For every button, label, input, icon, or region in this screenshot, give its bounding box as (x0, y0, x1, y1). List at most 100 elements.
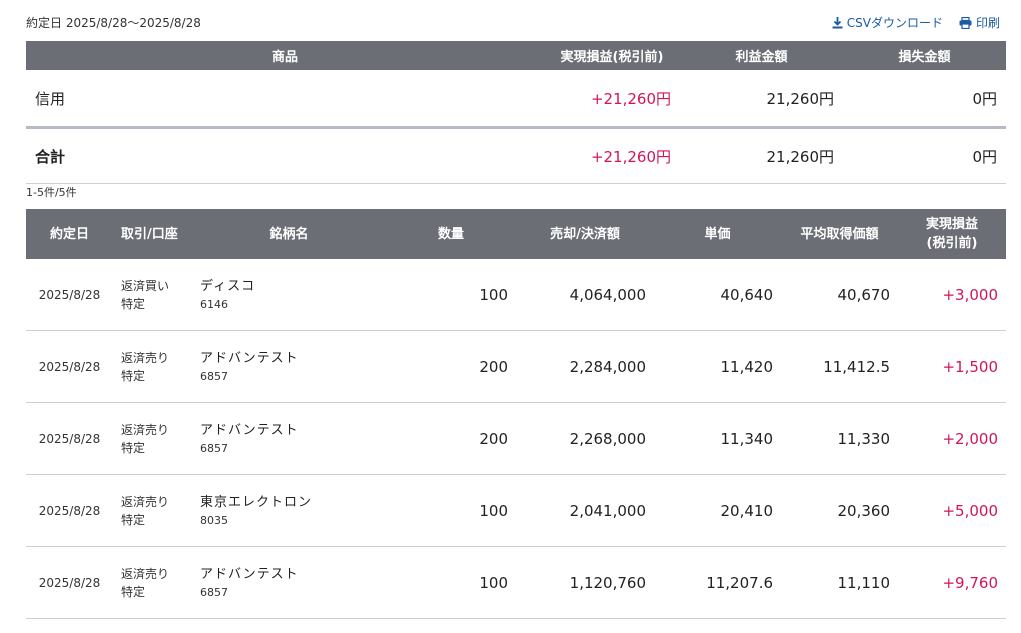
row-trade-type: 返済売り (121, 494, 170, 509)
row-security-name: 東京エレクトロン (200, 494, 313, 510)
csv-download-link[interactable]: CSVダウンロード (832, 14, 943, 31)
row-name-cell: ディスコ 6146 (192, 259, 386, 331)
printer-icon (959, 16, 972, 29)
row-pnl: +2,000 (898, 402, 1006, 475)
summary-loss: 0円 (843, 70, 1006, 129)
row-pnl: +3,000 (898, 259, 1006, 331)
summary-table: 商品 実現損益(税引前) 利益金額 損失金額 信用 +21,260円 21,26… (26, 41, 1006, 184)
row-qty: 100 (386, 474, 516, 547)
row-security-name: ディスコ (200, 278, 256, 294)
total-loss: 0円 (843, 127, 1006, 184)
row-qty: 100 (386, 259, 516, 331)
col-pnl-line1: 実現損益 (925, 217, 978, 232)
summary-col-loss: 損失金額 (843, 41, 1006, 70)
row-pnl: +1,500 (898, 330, 1006, 403)
row-date: 2025/8/28 (26, 546, 113, 619)
summary-profit: 21,260円 (680, 70, 843, 129)
actions: CSVダウンロード 印刷 (832, 14, 1000, 31)
row-trade-type: 返済売り (121, 566, 170, 581)
print-link[interactable]: 印刷 (959, 14, 1000, 31)
table-row: 2025/8/28 返済売り 特定 アドバンテスト 6857 200 2,268… (26, 402, 1006, 475)
row-avg: 11,412.5 (781, 330, 898, 403)
total-label: 合計 (26, 127, 544, 184)
row-account: 特定 (121, 440, 146, 455)
row-trade-type: 返済売り (121, 350, 170, 365)
row-security-name: アドバンテスト (200, 350, 299, 366)
row-avg: 11,110 (781, 546, 898, 619)
row-name-cell: 東京エレクトロン 8035 (192, 474, 386, 547)
row-account: 特定 (121, 296, 146, 311)
row-price: 11,340 (654, 402, 781, 475)
col-pnl-line2: (税引前) (926, 236, 978, 251)
col-amount: 売却/決済額 (516, 209, 654, 259)
col-trade: 取引/口座 (113, 209, 192, 259)
table-row: 2025/8/28 返済買い 特定 ディスコ 6146 100 4,064,00… (26, 259, 1006, 331)
row-account: 特定 (121, 368, 146, 383)
table-row: 2025/8/28 返済売り 特定 アドバンテスト 6857 200 2,284… (26, 330, 1006, 403)
row-trade-cell: 返済売り 特定 (113, 474, 192, 547)
result-count: 1-5件/5件 (26, 186, 77, 199)
col-date: 約定日 (26, 209, 113, 259)
row-name-cell: アドバンテスト 6857 (192, 330, 386, 403)
table-row: 2025/8/28 返済売り 特定 アドバンテスト 6857 100 1,120… (26, 546, 1006, 619)
row-date: 2025/8/28 (26, 402, 113, 475)
row-security-code: 6857 (200, 369, 228, 383)
table-row: 2025/8/28 返済売り 特定 東京エレクトロン 8035 100 2,04… (26, 474, 1006, 547)
csv-download-label: CSVダウンロード (846, 16, 943, 30)
row-security-name: アドバンテスト (200, 422, 299, 438)
row-trade-cell: 返済売り 特定 (113, 546, 192, 619)
row-amount: 1,120,760 (516, 546, 654, 619)
row-name-cell: アドバンテスト 6857 (192, 546, 386, 619)
row-amount: 4,064,000 (516, 259, 654, 331)
row-trade-cell: 返済買い 特定 (113, 259, 192, 331)
row-security-code: 6857 (200, 441, 228, 455)
row-security-name: アドバンテスト (200, 566, 299, 582)
row-trade-type: 返済売り (121, 422, 170, 437)
row-security-code: 6857 (200, 585, 228, 599)
col-name: 銘柄名 (192, 209, 386, 259)
col-pnl: 実現損益 (税引前) (898, 209, 1006, 259)
total-profit: 21,260円 (680, 127, 843, 184)
col-qty: 数量 (386, 209, 516, 259)
summary-col-profit: 利益金額 (680, 41, 843, 70)
date-range: 約定日 2025/8/28〜2025/8/28 (26, 16, 201, 30)
row-price: 11,420 (654, 330, 781, 403)
row-trade-type: 返済買い (121, 278, 170, 293)
row-account: 特定 (121, 512, 146, 527)
row-qty: 100 (386, 546, 516, 619)
row-price: 20,410 (654, 474, 781, 547)
summary-col-pnl: 実現損益(税引前) (544, 41, 680, 70)
detail-header-row: 約定日 取引/口座 銘柄名 数量 売却/決済額 単価 平均取得価額 実現損益 (… (26, 209, 1006, 259)
top-bar: 約定日 2025/8/28〜2025/8/28 CSVダウンロード 印刷 (26, 14, 1006, 32)
row-trade-cell: 返済売り 特定 (113, 330, 192, 403)
row-avg: 20,360 (781, 474, 898, 547)
row-price: 40,640 (654, 259, 781, 331)
summary-pnl: +21,260円 (544, 70, 680, 129)
row-date: 2025/8/28 (26, 259, 113, 331)
print-label: 印刷 (975, 16, 1000, 30)
row-account: 特定 (121, 584, 146, 599)
total-pnl: +21,260円 (544, 127, 680, 184)
row-qty: 200 (386, 330, 516, 403)
row-pnl: +9,760 (898, 546, 1006, 619)
summary-col-product: 商品 (26, 41, 544, 70)
summary-product: 信用 (26, 70, 544, 129)
download-icon (832, 16, 843, 29)
row-qty: 200 (386, 402, 516, 475)
row-security-code: 6146 (200, 297, 228, 311)
row-amount: 2,041,000 (516, 474, 654, 547)
summary-total-row: 合計 +21,260円 21,260円 0円 (26, 127, 1006, 184)
row-price: 11,207.6 (654, 546, 781, 619)
row-avg: 11,330 (781, 402, 898, 475)
row-trade-cell: 返済売り 特定 (113, 402, 192, 475)
row-amount: 2,268,000 (516, 402, 654, 475)
row-amount: 2,284,000 (516, 330, 654, 403)
col-avg: 平均取得価額 (781, 209, 898, 259)
row-date: 2025/8/28 (26, 330, 113, 403)
row-security-code: 8035 (200, 513, 228, 527)
summary-header-row: 商品 実現損益(税引前) 利益金額 損失金額 (26, 41, 1006, 70)
row-avg: 40,670 (781, 259, 898, 331)
row-pnl: +5,000 (898, 474, 1006, 547)
summary-row: 信用 +21,260円 21,260円 0円 (26, 70, 1006, 129)
col-price: 単価 (654, 209, 781, 259)
